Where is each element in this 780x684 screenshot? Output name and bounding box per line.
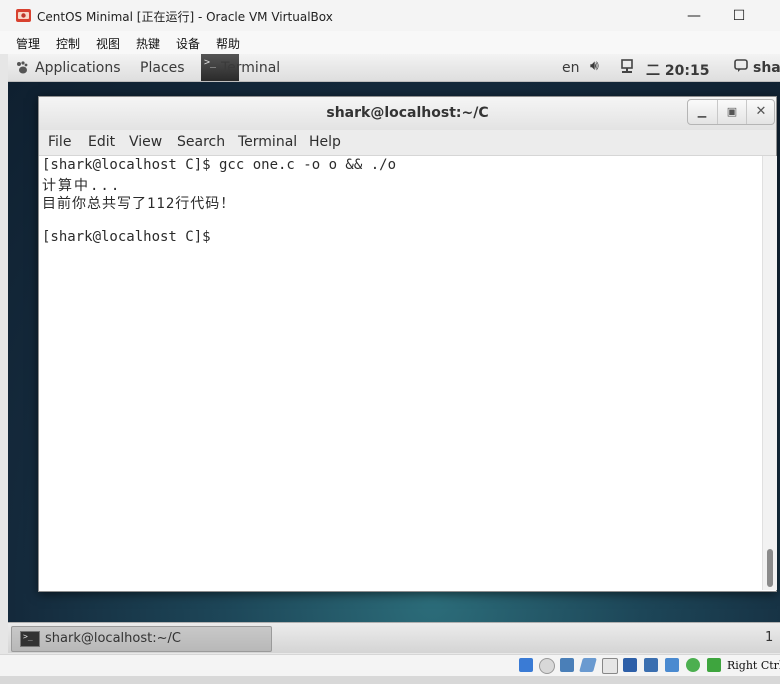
host-key-label: Right Ctrl [727, 659, 780, 672]
terminal-icon: >_ [20, 631, 40, 647]
menu-hotkey[interactable]: 热键 [136, 35, 160, 52]
host-menubar: 管理 控制 视图 热键 设备 帮助 [0, 31, 780, 54]
menu-control[interactable]: 控制 [56, 35, 80, 52]
close-icon[interactable]: ✕ [746, 100, 775, 124]
window-controls: ▁ ▣ ✕ [687, 99, 775, 125]
user-menu[interactable]: shar [753, 60, 780, 76]
applications-menu[interactable]: Applications [35, 60, 121, 76]
host-titlebar: CentOS Minimal [正在运行] - Oracle VM Virtua… [0, 0, 780, 32]
menu-help[interactable]: 帮助 [216, 35, 240, 52]
gnome-foot-icon [17, 61, 28, 74]
maximize-button[interactable]: ☐ [724, 7, 754, 25]
hard-disk-icon[interactable] [519, 658, 533, 672]
network-adapter-icon[interactable] [579, 658, 597, 672]
clock[interactable]: 二 20:15 [646, 60, 709, 80]
terminal-prompt: [shark@localhost C]$ [42, 229, 211, 245]
mouse-integration-icon[interactable] [686, 658, 700, 672]
menu-help[interactable]: Help [309, 134, 341, 150]
keyboard-capture-icon[interactable] [707, 658, 721, 672]
gnome-top-bar: Applications Places >_ Terminal en 🔊︎ 二 … [8, 54, 780, 82]
virtualbox-icon [16, 9, 31, 22]
shared-folders-icon[interactable] [623, 658, 637, 672]
host-window-title: CentOS Minimal [正在运行] - Oracle VM Virtua… [37, 10, 333, 24]
active-app-label[interactable]: Terminal [221, 60, 280, 76]
taskbar-label: shark@localhost:~/C [45, 631, 181, 646]
volume-icon[interactable]: 🔊︎ [590, 58, 599, 74]
maximize-icon[interactable]: ▣ [717, 100, 746, 124]
terminal-line: 目前你总共写了112行代码！ [42, 196, 236, 212]
terminal-scrollbar[interactable] [762, 156, 777, 590]
terminal-titlebar[interactable]: shark@localhost:~/C ▁ ▣ ✕ [39, 97, 776, 130]
host-frame-left [0, 54, 8, 654]
terminal-window: shark@localhost:~/C ▁ ▣ ✕ File Edit View… [38, 96, 777, 592]
chat-icon[interactable] [734, 59, 748, 73]
menu-manage[interactable]: 管理 [16, 35, 40, 52]
terminal-output[interactable]: [shark@localhost C]$ gcc one.c -o o && .… [39, 156, 762, 590]
network-icon[interactable] [620, 59, 634, 75]
usb-icon[interactable] [602, 658, 618, 674]
recording-icon[interactable] [665, 658, 679, 672]
minimize-icon[interactable]: ▁ [688, 100, 716, 124]
menu-edit[interactable]: Edit [88, 134, 115, 150]
keyboard-layout[interactable]: en [562, 60, 580, 76]
vbox-statusbar: Right Ctrl [0, 654, 780, 677]
host-bottom-strip [0, 676, 780, 684]
display-icon[interactable] [644, 658, 658, 672]
optical-drive-icon[interactable] [539, 658, 555, 674]
workspace-indicator[interactable]: 1 [765, 630, 773, 645]
menu-devices[interactable]: 设备 [176, 35, 200, 52]
minimize-button[interactable]: — [679, 7, 709, 25]
audio-icon[interactable] [560, 658, 574, 672]
terminal-line: 计算中... [42, 178, 122, 194]
scrollbar-thumb[interactable] [767, 549, 773, 587]
menu-file[interactable]: File [48, 134, 71, 150]
terminal-menubar: File Edit View Search Terminal Help [39, 130, 776, 156]
menu-search[interactable]: Search [177, 134, 225, 150]
menu-terminal[interactable]: Terminal [238, 134, 297, 150]
terminal-title: shark@localhost:~/C [326, 105, 489, 121]
taskbar-terminal-item[interactable]: >_ shark@localhost:~/C [11, 626, 272, 652]
places-menu[interactable]: Places [140, 60, 185, 76]
menu-view[interactable]: 视图 [96, 35, 120, 52]
menu-view[interactable]: View [129, 134, 162, 150]
gnome-bottom-bar: >_ shark@localhost:~/C 1 [8, 622, 780, 653]
terminal-line: [shark@localhost C]$ gcc one.c -o o && .… [42, 157, 397, 173]
